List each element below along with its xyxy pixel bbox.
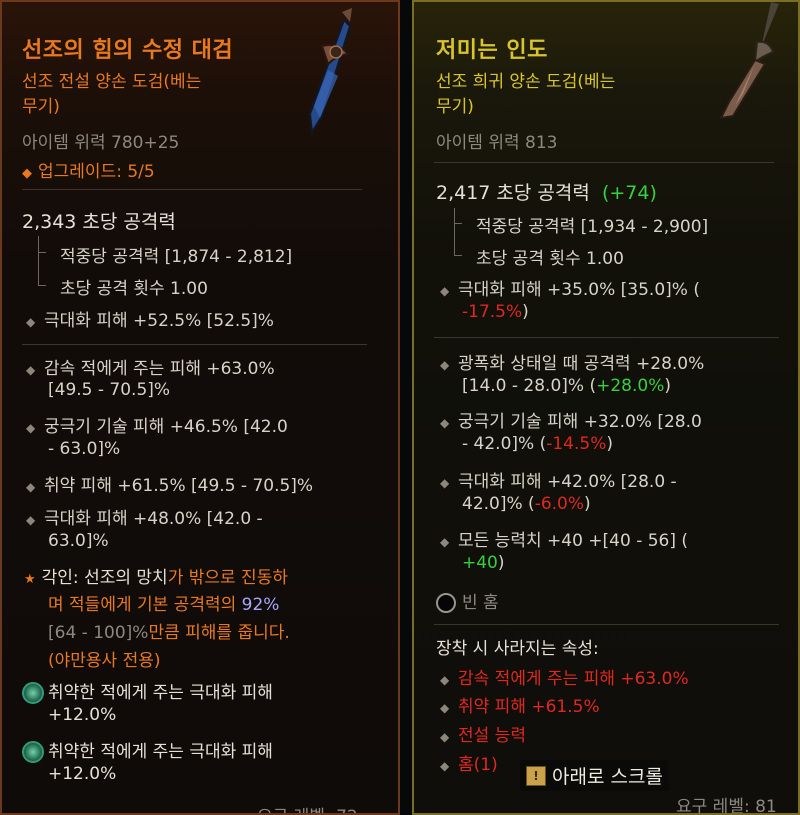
- panel-gap: [400, 0, 412, 815]
- aspect-line3: [64 - 100]%만큼 피해를 줍니다.: [48, 623, 290, 643]
- tree-tick: [454, 223, 462, 224]
- item-power: 아이템 위력 780+25: [22, 133, 180, 153]
- tree-tick: [38, 252, 46, 253]
- aspect-line1: ★ 각인: 선조의 망치가 밖으로 진동하: [24, 568, 288, 588]
- diamond-bullet-icon: ◆: [440, 673, 450, 687]
- diamond-bullet-icon: ◆: [440, 535, 450, 549]
- lost-attribute: ◆ 홈(1): [440, 755, 498, 775]
- divider: [434, 162, 774, 163]
- item-type-line1: 선조 희귀 양손 도검(베는: [436, 72, 616, 92]
- stat-tree-line: [38, 236, 39, 286]
- affix-1: ◆ 광폭화 상태일 때 공격력 +28.0%: [440, 354, 705, 374]
- affix-2-range: - 63.0]%: [48, 439, 121, 459]
- diamond-bullet-icon: ◆: [440, 701, 450, 715]
- attacks-per-second: 초당 공격 횟수 1.00: [476, 249, 624, 269]
- item-title: 선조의 힘의 수정 대검: [22, 38, 234, 63]
- lost-attribute: ◆ 감속 적에게 주는 피해 +63.0%: [440, 669, 689, 689]
- upgrade-level: ◆ 업그레이드: 5/5: [22, 162, 155, 182]
- diamond-bullet-icon: ◆: [26, 480, 36, 494]
- diamond-bullet-icon: ◆: [440, 730, 450, 744]
- aspect-line2: 며 적들에게 기본 공격력의 92%: [48, 595, 280, 615]
- sword-icon: [308, 8, 352, 135]
- rare-item-tooltip: 저미는 인도 선조 희귀 양손 도검(베는 무기) 아이템 위력 813 2,4…: [412, 0, 800, 815]
- diamond-bullet-icon: ◆: [440, 416, 450, 430]
- attacks-per-second: 초당 공격 횟수 1.00: [60, 279, 208, 299]
- gem-1-value: +12.0%: [48, 705, 117, 725]
- empty-socket-icon: [436, 593, 456, 613]
- emerald-gem-icon: [22, 741, 44, 763]
- star-icon: ★: [24, 572, 36, 587]
- diamond-bullet-icon: ◆: [26, 513, 36, 527]
- crit-damage-implicit: ◆ 극대화 피해 +35.0% [35.0]% (: [440, 280, 700, 300]
- dps-value: 2,417 초당 공격력 (+74): [436, 182, 657, 204]
- diamond-bullet-icon: ◆: [440, 759, 450, 773]
- affix-3: ◆ 취약 피해 +61.5% [49.5 - 70.5]%: [26, 476, 314, 496]
- diamond-bullet-icon: ◆: [440, 476, 450, 490]
- empty-socket: 빈 홈: [436, 588, 499, 613]
- damage-per-hit: 적중당 공격력 [1,934 - 2,900]: [476, 217, 709, 237]
- affix-1-range: [49.5 - 70.5]%: [48, 380, 171, 400]
- scroll-down-hint[interactable]: ! 아래로 스크롤: [520, 760, 669, 791]
- dps-value: 2,343 초당 공격력: [22, 211, 176, 233]
- stat-tree-line: [454, 208, 455, 256]
- diamond-bullet-icon: ◆: [440, 358, 450, 372]
- sword-icon: [719, 2, 779, 120]
- aspect-line4: (야만용사 전용): [48, 651, 161, 671]
- divider: [22, 189, 362, 190]
- legendary-item-tooltip: 선조의 힘의 수정 대검 선조 전설 양손 도검(베는 무기) 아이템 위력 7…: [0, 0, 400, 815]
- required-level: 요구 레벨: 72: [257, 802, 358, 813]
- lost-attributes-header: 장착 시 사라지는 속성:: [436, 639, 599, 659]
- tree-tick: [454, 255, 462, 256]
- damage-per-hit: 적중당 공격력 [1,874 - 2,812]: [60, 247, 293, 267]
- item-type-line1: 선조 전설 양손 도검(베는: [22, 72, 202, 92]
- crit-damage-implicit: ◆ 극대화 피해 +52.5% [52.5]%: [26, 311, 274, 331]
- dps-delta: (+74): [601, 182, 657, 204]
- gem-1: 취약한 적에게 주는 극대화 피해: [22, 678, 273, 704]
- affix-1: ◆ 감속 적에게 주는 피해 +63.0%: [26, 359, 275, 379]
- item-type-line2: 무기): [22, 97, 60, 117]
- affix-2: ◆ 궁극기 기술 피해 +46.5% [42.0: [26, 417, 288, 437]
- affix-4: ◆ 모든 능력치 +40 +[40 - 56] (: [440, 531, 689, 551]
- required-level: 요구 레벨: 81: [676, 797, 777, 815]
- item-power: 아이템 위력 813: [436, 133, 558, 153]
- tree-tick: [38, 285, 46, 286]
- upgrade-icon: ◆: [22, 166, 32, 181]
- item-title: 저미는 인도: [436, 38, 548, 63]
- lost-attribute: ◆ 취약 피해 +61.5%: [440, 697, 600, 717]
- diamond-bullet-icon: ◆: [440, 284, 450, 298]
- affix-1-range: [14.0 - 28.0]% (+28.0%): [462, 376, 671, 396]
- affix-2-range: - 42.0]% (-14.5%): [462, 434, 613, 454]
- affix-2: ◆ 궁극기 기술 피해 +32.0% [28.0: [440, 412, 702, 432]
- gem-2-value: +12.0%: [48, 764, 117, 784]
- affix-4-delta: +40): [462, 553, 505, 573]
- lost-attribute: ◆ 전설 능력: [440, 726, 526, 746]
- affix-4: ◆ 극대화 피해 +48.0% [42.0 -: [26, 509, 263, 529]
- divider: [434, 624, 779, 625]
- diamond-bullet-icon: ◆: [26, 421, 36, 435]
- affix-3: ◆ 극대화 피해 +42.0% [28.0 -: [440, 472, 677, 492]
- divider: [434, 337, 779, 338]
- affix-3-range: 42.0]% (-6.0%): [462, 494, 591, 514]
- emerald-gem-icon: [22, 682, 44, 704]
- crit-damage-delta: -17.5%): [462, 302, 529, 322]
- item-type-line2: 무기): [436, 97, 474, 117]
- affix-4-range: 63.0]%: [48, 531, 109, 551]
- scroll-key-icon: !: [526, 765, 546, 786]
- gem-2: 취약한 적에게 주는 극대화 피해: [22, 737, 273, 763]
- scroll-hint-label: 아래로 스크롤: [552, 766, 663, 788]
- divider: [22, 344, 367, 345]
- diamond-bullet-icon: ◆: [26, 315, 36, 329]
- diamond-bullet-icon: ◆: [26, 363, 36, 377]
